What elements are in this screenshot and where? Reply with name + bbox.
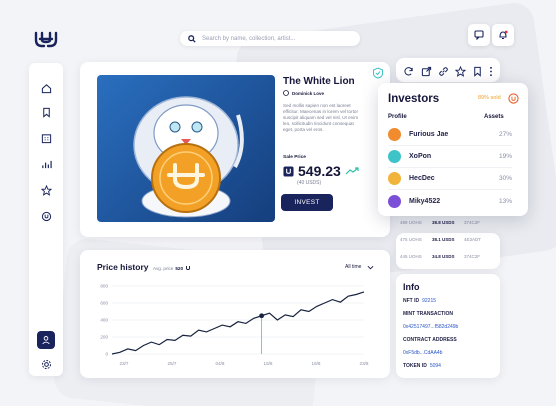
col-profile: Profile	[388, 114, 407, 120]
creator-avatar-icon	[283, 90, 289, 96]
range-value: All time	[345, 264, 362, 270]
investor-assets: 19%	[498, 153, 512, 160]
y-tick-label: 800	[100, 284, 108, 289]
mint-value[interactable]: 0x42517497...f582d249b	[403, 324, 458, 330]
mint-label: MINT TRANSACTION	[403, 311, 453, 317]
x-tick-label: 25/7	[168, 361, 177, 366]
nft-description: Sed mollis sapien non est laoreet effici…	[283, 103, 359, 132]
nft-id-value: 92215	[422, 298, 437, 304]
price-block: 549.23	[283, 163, 359, 179]
creator[interactable]: Dominick Love	[283, 90, 324, 96]
token-id-value: 5094	[429, 363, 441, 369]
investor-row[interactable]: Miky4522 13%	[388, 190, 512, 212]
transaction-row: 475 UOHS 38.1 USDS 4E3ADT	[400, 237, 482, 242]
investor-assets: 27%	[498, 131, 512, 138]
nft-id-label: NFT ID	[403, 298, 420, 304]
currency-icon	[283, 165, 294, 177]
investor-row[interactable]: Furious Jae 27%	[388, 124, 512, 146]
x-tick-label: 23/8	[360, 361, 369, 366]
x-tick-label: 23/7	[120, 361, 129, 366]
price-value: 549.23	[298, 163, 341, 179]
external-link-icon[interactable]	[421, 64, 432, 82]
x-tick-label: 16/8	[312, 361, 321, 366]
more-options-icon[interactable]	[489, 64, 493, 82]
range-select[interactable]: All time	[345, 264, 374, 270]
x-tick-label: 15/8	[264, 361, 273, 366]
avatar	[388, 172, 401, 185]
investor-row[interactable]: XoPon 19%	[388, 146, 512, 168]
chat-button[interactable]	[468, 24, 490, 46]
link-icon[interactable]	[438, 64, 449, 82]
settings-icon[interactable]	[37, 355, 55, 373]
favorite-star-icon[interactable]	[454, 64, 467, 82]
chat-icon	[474, 30, 484, 40]
token-id-label: TOKEN ID	[403, 363, 427, 369]
price-history-title: Price history	[97, 262, 149, 272]
investor-assets: 30%	[498, 175, 512, 182]
investor-assets: 13%	[498, 197, 512, 205]
creator-name: Dominick Love	[292, 90, 325, 96]
user-icon	[42, 336, 50, 345]
token-id-row: TOKEN ID 5094	[403, 363, 441, 369]
y-tick-label: 600	[100, 301, 108, 306]
nft-image[interactable]	[97, 75, 275, 222]
invest-button[interactable]: INVEST	[281, 194, 333, 211]
nft-title: The White Lion	[283, 76, 355, 87]
avatar	[388, 128, 401, 141]
search-bar[interactable]: Search by name, collection, artist...	[180, 31, 360, 46]
y-tick-label: 200	[100, 335, 108, 340]
refresh-icon[interactable]	[403, 64, 414, 82]
price-sub: (40 USDS)	[297, 180, 322, 186]
home-icon[interactable]	[37, 79, 55, 97]
col-assets: Assets	[484, 114, 504, 120]
contract-label: CONTRACT ADDRESS	[403, 337, 457, 343]
investor-row[interactable]: HecDec 30%	[388, 168, 512, 190]
transaction-row: 489 UOHS 38.8 USDS 374C2F	[400, 220, 481, 225]
info-title: Info	[403, 282, 420, 292]
currency-icon	[186, 266, 190, 271]
avg-label: Avg. price	[153, 265, 174, 271]
sidebar	[29, 63, 63, 376]
trend-up-icon	[345, 167, 359, 175]
investor-name: XoPon	[409, 153, 432, 160]
y-tick-label: 0	[105, 352, 108, 357]
y-tick-label: 400	[100, 318, 108, 323]
price-history-chart[interactable]: 0 200 400 600 800 23/7 25/7 04/8 15/8 16/8 23/8	[94, 282, 374, 370]
nft-id-row: NFT ID 92215	[403, 298, 436, 304]
analytics-icon[interactable]	[37, 155, 55, 173]
bell-icon	[499, 30, 508, 40]
transaction-row: 445 UOHS 34.8 USDS 374C2F	[400, 254, 481, 259]
avatar	[388, 194, 401, 208]
price-series-line	[111, 291, 365, 355]
investors-title: Investors	[388, 93, 440, 105]
verified-icon	[372, 66, 384, 84]
sold-coin-icon	[508, 91, 519, 109]
sale-label: Sale Price	[283, 155, 306, 160]
contract-value[interactable]: 0xF5db...CdAA4b	[403, 350, 442, 356]
investor-name: HecDec	[409, 175, 435, 182]
x-tick-label: 04/8	[216, 361, 225, 366]
profile-button[interactable]	[37, 331, 55, 349]
app-logo[interactable]	[34, 30, 58, 50]
search-input[interactable]: Search by name, collection, artist...	[202, 36, 295, 42]
avg-value: 520	[175, 265, 184, 271]
chevron-down-icon	[367, 265, 374, 269]
building-icon[interactable]	[37, 129, 55, 147]
bookmark-icon[interactable]	[37, 103, 55, 121]
star-icon[interactable]	[37, 181, 55, 199]
data-point[interactable]	[259, 313, 265, 319]
investor-name: Furious Jae	[409, 131, 449, 138]
bookmark-icon[interactable]	[472, 64, 483, 82]
avg-price: Avg. price 520	[153, 265, 191, 271]
search-icon	[188, 34, 196, 43]
token-icon[interactable]	[37, 207, 55, 225]
investor-name: Miky4522	[409, 197, 441, 205]
avatar	[388, 150, 401, 163]
sold-badge: 89% sold	[478, 95, 501, 101]
notifications-button[interactable]	[492, 24, 514, 46]
